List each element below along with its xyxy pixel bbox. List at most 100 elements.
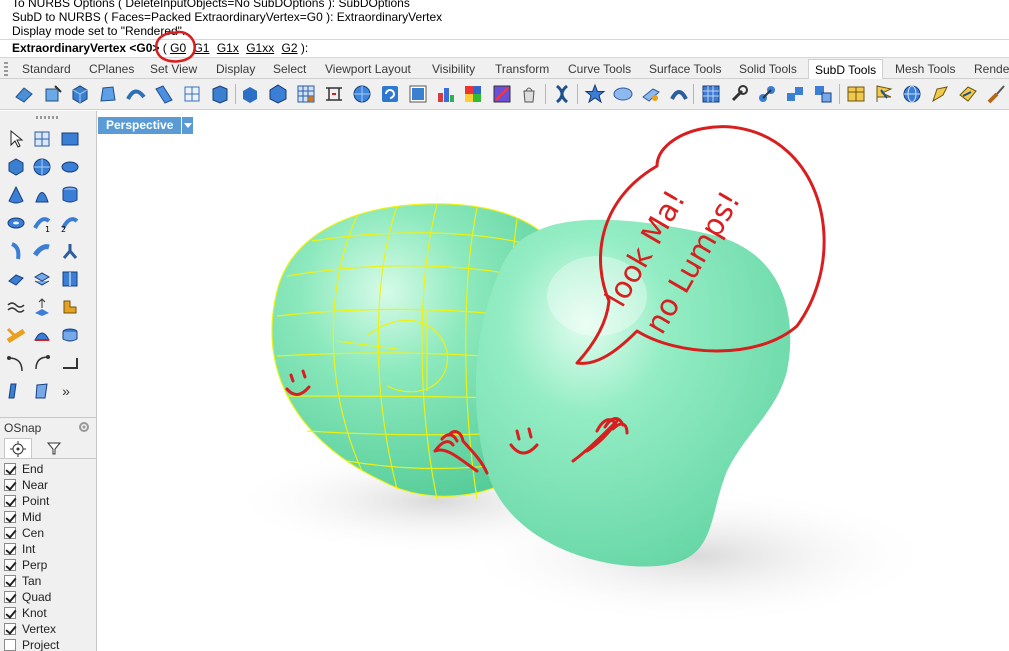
subd-color-grid-icon[interactable] xyxy=(434,82,458,106)
subd-palette-icon[interactable] xyxy=(461,82,485,106)
checkbox[interactable] xyxy=(4,511,16,523)
subd-polygon-icon[interactable] xyxy=(266,82,290,106)
checkbox[interactable] xyxy=(4,559,16,571)
option-g0[interactable]: G0 xyxy=(170,41,186,55)
subd-patch-icon[interactable] xyxy=(611,82,635,106)
tab-render[interactable]: Rende xyxy=(974,61,1009,77)
checkbox[interactable] xyxy=(4,527,16,539)
subd-pen-icon[interactable] xyxy=(928,82,952,106)
subd-twist-icon[interactable] xyxy=(550,82,574,106)
tab-cplanes[interactable]: CPlanes xyxy=(89,61,134,77)
rendered-scene[interactable]: look Ma! no Lumps! xyxy=(97,111,1009,651)
subd-insert-edge-icon[interactable] xyxy=(322,82,346,106)
checkbox[interactable] xyxy=(4,623,16,635)
split-icon[interactable] xyxy=(58,239,82,263)
pipe-1-icon[interactable]: 1 xyxy=(30,211,54,235)
tab-set-view[interactable]: Set View xyxy=(150,61,197,77)
slab-icon[interactable] xyxy=(4,379,28,403)
gear-icon[interactable] xyxy=(77,420,91,437)
osnap-filter-tab[interactable] xyxy=(40,438,68,458)
dome-icon[interactable] xyxy=(30,323,54,347)
subd-display-icon[interactable] xyxy=(406,82,430,106)
subd-star-icon[interactable] xyxy=(583,82,607,106)
tab-solid-tools[interactable]: Solid Tools xyxy=(739,61,797,77)
subd-cube-icon[interactable] xyxy=(68,82,92,106)
puzzle-icon[interactable] xyxy=(58,295,82,319)
checkbox[interactable] xyxy=(4,543,16,555)
subd-convert-icon[interactable] xyxy=(238,82,262,106)
select-arrow-icon[interactable] xyxy=(4,127,28,151)
cylinder-icon[interactable] xyxy=(58,183,82,207)
osnap-near[interactable]: Near xyxy=(4,477,48,493)
checkbox[interactable] xyxy=(4,591,16,603)
subd-brush-icon[interactable] xyxy=(984,82,1008,106)
osnap-cen[interactable]: Cen xyxy=(4,525,44,541)
osnap-end[interactable]: End xyxy=(4,461,43,477)
subd-sphere-icon[interactable] xyxy=(350,82,374,106)
paraboloid-icon[interactable] xyxy=(30,183,54,207)
tab-subd-tools[interactable]: SubD Tools xyxy=(808,59,884,80)
checkbox[interactable] xyxy=(4,479,16,491)
layer-surface-icon[interactable] xyxy=(4,267,28,291)
sweep-icon[interactable] xyxy=(30,239,54,263)
subd-join-icon[interactable] xyxy=(783,82,807,106)
viewport-name[interactable]: Perspective xyxy=(98,117,182,134)
revolve-icon[interactable] xyxy=(4,239,28,263)
tab-curve-tools[interactable]: Curve Tools xyxy=(568,61,631,77)
wave-icon[interactable] xyxy=(4,295,28,319)
subd-pack-icon[interactable] xyxy=(844,82,868,106)
subd-tools-icon[interactable] xyxy=(727,82,751,106)
checkbox[interactable] xyxy=(4,463,16,475)
osnap-knot[interactable]: Knot xyxy=(4,605,47,621)
subd-globe-icon[interactable] xyxy=(900,82,924,106)
checkbox[interactable] xyxy=(4,639,16,651)
subd-loft-icon[interactable] xyxy=(152,82,176,106)
option-g1x[interactable]: G1x xyxy=(217,41,239,55)
subd-crease-icon[interactable] xyxy=(180,82,204,106)
more-tools-icon[interactable]: » xyxy=(54,379,78,403)
checkbox[interactable] xyxy=(4,607,16,619)
option-g1xx[interactable]: G1xx xyxy=(246,41,274,55)
subd-edit-icon[interactable] xyxy=(41,82,65,106)
tab-viewport-layout[interactable]: Viewport Layout xyxy=(325,61,411,77)
rectangle-icon[interactable] xyxy=(58,127,82,151)
osnap-vertex[interactable]: Vertex xyxy=(4,621,56,637)
osnap-perp[interactable]: Perp xyxy=(4,557,47,573)
subd-grid-icon[interactable] xyxy=(699,82,723,106)
checkbox[interactable] xyxy=(4,495,16,507)
tab-standard[interactable]: Standard xyxy=(22,61,71,77)
curve-arc-icon[interactable] xyxy=(30,351,54,375)
option-g1[interactable]: G1 xyxy=(193,41,209,55)
fillet-icon[interactable] xyxy=(4,323,28,347)
subd-flag-icon[interactable] xyxy=(872,82,896,106)
subd-highlight-icon[interactable] xyxy=(956,82,980,106)
osnap-point[interactable]: Point xyxy=(4,493,49,509)
tab-mesh-tools[interactable]: Mesh Tools xyxy=(895,61,955,77)
tab-select[interactable]: Select xyxy=(273,61,306,77)
ruler-icon[interactable] xyxy=(58,351,82,375)
extrude-up-icon[interactable] xyxy=(30,295,54,319)
osnap-mid[interactable]: Mid xyxy=(4,509,41,525)
subd-bucket-icon[interactable] xyxy=(517,82,541,106)
osnap-tan[interactable]: Tan xyxy=(4,573,41,589)
osnap-project[interactable]: Project xyxy=(4,637,59,651)
subd-flatten-icon[interactable] xyxy=(639,82,663,106)
grid-select-icon[interactable] xyxy=(58,267,82,291)
tab-bar-grip[interactable] xyxy=(4,62,8,76)
subd-extrude-icon[interactable] xyxy=(96,82,120,106)
solid-box-icon[interactable] xyxy=(4,155,28,179)
chevron-down-icon[interactable] xyxy=(181,117,194,134)
subd-bridge-icon[interactable] xyxy=(208,82,232,106)
cone-icon[interactable] xyxy=(4,183,28,207)
osnap-int[interactable]: Int xyxy=(4,541,35,557)
subd-refresh-icon[interactable] xyxy=(378,82,402,106)
curve-blend-icon[interactable] xyxy=(4,351,28,375)
ellipsoid-icon[interactable] xyxy=(58,155,82,179)
viewport-title-tab[interactable]: Perspective xyxy=(98,117,194,134)
tab-display[interactable]: Display xyxy=(216,61,255,77)
tab-surface-tools[interactable]: Surface Tools xyxy=(649,61,722,77)
perspective-viewport[interactable]: look Ma! no Lumps! Perspective xyxy=(97,111,1009,651)
checkbox[interactable] xyxy=(4,575,16,587)
osnap-quad[interactable]: Quad xyxy=(4,589,51,605)
subd-frame-icon[interactable] xyxy=(490,82,514,106)
